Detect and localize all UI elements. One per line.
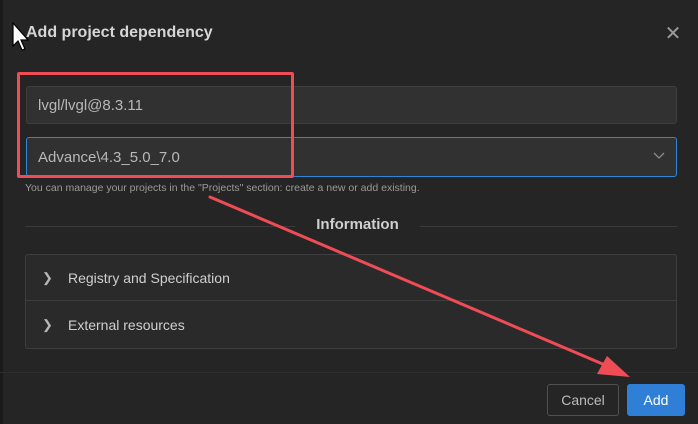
chevron-down-icon: [653, 152, 665, 159]
close-icon[interactable]: ✕: [660, 24, 686, 44]
accordion-item-external-resources[interactable]: ❯ External resources: [26, 302, 676, 348]
add-dependency-dialog: Add project dependency ✕ lvgl/lvgl@8.3.1…: [0, 0, 698, 424]
accordion-item-label: External resources: [68, 317, 185, 333]
dialog-title: Add project dependency: [26, 24, 213, 41]
accordion-item-registry[interactable]: ❯ Registry and Specification: [26, 255, 676, 301]
projects-hint: You can manage your projects in the "Pro…: [25, 182, 420, 194]
footer-divider: [0, 372, 698, 373]
information-heading: Information: [316, 216, 399, 233]
accordion-item-label: Registry and Specification: [68, 269, 230, 286]
annotation-highlight-box: [17, 72, 294, 178]
dialog-title-bar: Add project dependency ✕: [0, 0, 698, 66]
add-button[interactable]: Add: [627, 384, 685, 416]
information-accordion: ❯ Registry and Specification ❯ External …: [25, 254, 677, 349]
mouse-cursor-icon: [12, 22, 30, 51]
chevron-right-icon: ❯: [42, 269, 53, 285]
divider-left: [25, 226, 295, 227]
chevron-right-icon: ❯: [42, 317, 53, 332]
cancel-button[interactable]: Cancel: [547, 384, 619, 416]
divider-right: [420, 226, 677, 227]
